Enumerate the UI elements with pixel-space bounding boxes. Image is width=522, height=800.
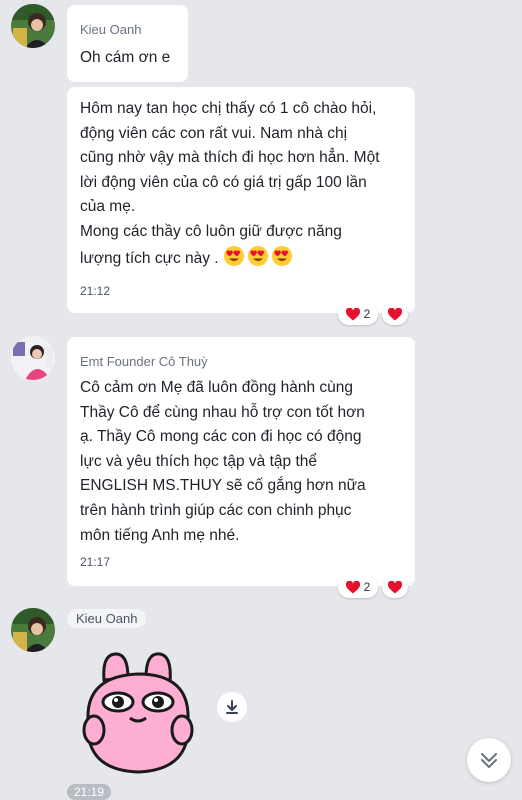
heart-eyes-emoji: [271, 245, 295, 267]
message-bubble: Emt Founder Cô Thuỳ Cô cảm ơn Mẹ đã luôn…: [67, 337, 415, 586]
sender-name: Kieu Oanh: [80, 22, 142, 37]
message-text: Hôm nay tan học chị thấy có 1 cô chào hỏ…: [80, 100, 380, 267]
red-heart-icon: [388, 307, 402, 320]
reaction-count: 2: [363, 580, 371, 594]
message-bubble: Hôm nay tan học chị thấy có 1 cô chào hỏ…: [67, 87, 415, 313]
avatar-emt-founder[interactable]: [11, 336, 55, 380]
message-time: 21:12: [80, 284, 111, 298]
message-bubble: Kieu Oanh Oh cám ơn e: [67, 5, 188, 82]
message-text: Oh cám ơn e: [80, 49, 171, 66]
reaction-summary[interactable]: 2: [338, 303, 378, 325]
message-time: 21:19: [67, 784, 112, 800]
heart-eyes-emoji: [223, 245, 247, 267]
heart-eyes-emoji: [247, 245, 271, 267]
avatar-kieu-oanh[interactable]: [11, 608, 55, 652]
message-text: Cô cảm ơn Mẹ đã luôn đồng hành cùng Thầy…: [80, 379, 366, 544]
message-time: 21:17: [80, 555, 111, 569]
red-heart-icon: [388, 580, 402, 593]
red-heart-icon: [345, 580, 360, 593]
double-chevron-down-icon: [481, 753, 497, 768]
red-heart-icon: [345, 307, 360, 320]
pink-bunny-sticker[interactable]: [74, 650, 204, 775]
sender-name: Emt Founder Cô Thuỳ: [80, 354, 208, 369]
download-button[interactable]: [217, 692, 247, 722]
avatar-kieu-oanh[interactable]: [11, 4, 55, 48]
react-heart-button[interactable]: [382, 576, 408, 598]
reaction-count: 2: [363, 307, 371, 321]
react-heart-button[interactable]: [382, 303, 408, 325]
sender-name: Kieu Oanh: [67, 609, 147, 628]
download-icon: [226, 700, 238, 714]
scroll-to-bottom-button[interactable]: [467, 738, 511, 782]
reaction-summary[interactable]: 2: [338, 576, 378, 598]
